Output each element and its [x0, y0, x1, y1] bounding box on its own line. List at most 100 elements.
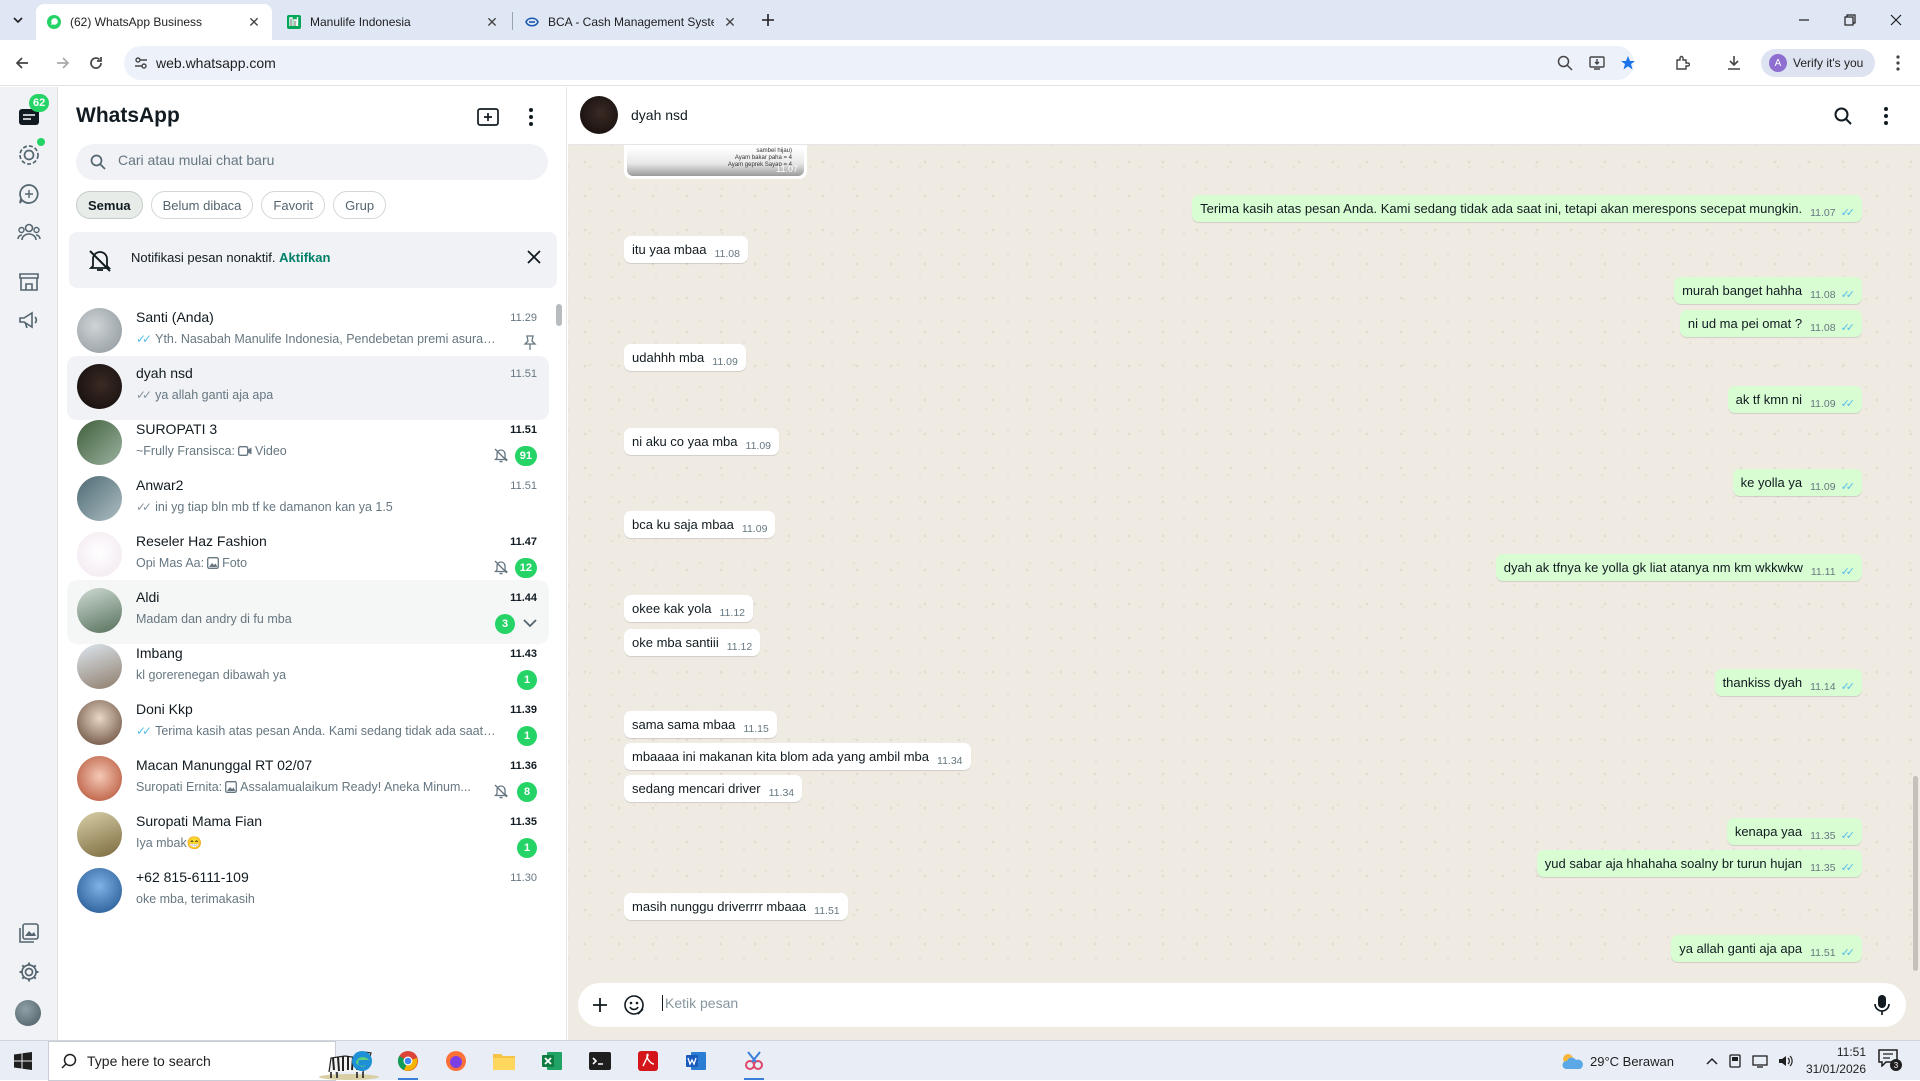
new-chat-icon[interactable] — [476, 105, 500, 129]
chrome-icon[interactable] — [388, 1045, 428, 1080]
tab-close-icon[interactable]: ✕ — [722, 14, 738, 30]
system-clock[interactable]: 11:51 31/01/2026 — [1800, 1044, 1866, 1078]
outgoing-message[interactable]: kenapa yaa 11.35 ✓✓ — [1726, 818, 1862, 845]
restore-icon[interactable] — [1838, 8, 1862, 32]
edge-icon[interactable] — [342, 1045, 382, 1077]
incoming-message[interactable]: bca ku saja mbaa 11.09 — [624, 511, 776, 538]
browser-tab-manulife[interactable]: Manulife Indonesia ✕ — [276, 4, 510, 40]
extensions-icon[interactable] — [1671, 52, 1693, 74]
filter-groups[interactable]: Grup — [333, 191, 387, 219]
forward-arrow-icon[interactable] — [52, 52, 74, 74]
chat-list-item[interactable]: Doni Kkp 11.39 ✓✓ Terima kasih atas pesan A… — [67, 692, 549, 756]
catalog-icon[interactable] — [17, 270, 41, 294]
communities-icon[interactable] — [17, 220, 41, 244]
incoming-message[interactable]: itu yaa mbaa 11.08 — [624, 236, 748, 263]
volume-icon[interactable] — [1778, 1054, 1794, 1068]
chat-list-item[interactable]: Aldi 11.44 Madam dan andry di fu mba 3 — [67, 580, 549, 644]
filter-unread[interactable]: Belum dibaca — [150, 191, 254, 219]
chat-list-item[interactable]: Anwar2 11.51 ✓✓ ini yg tiap bln mb tf ke da… — [67, 468, 549, 532]
back-arrow-icon[interactable] — [11, 52, 33, 74]
incoming-message[interactable]: oke mba santiii 11.12 — [624, 629, 761, 656]
channels-icon[interactable] — [17, 182, 41, 206]
excel-icon[interactable] — [532, 1045, 572, 1077]
conversation-header[interactable]: dyah nsd — [568, 87, 1920, 145]
filter-favorites[interactable]: Favorit — [261, 191, 326, 219]
conversation-menu-icon[interactable] — [1874, 104, 1898, 128]
microphone-icon[interactable] — [1870, 993, 1894, 1017]
chat-avatar[interactable] — [77, 868, 122, 913]
terminal-icon[interactable] — [580, 1045, 620, 1077]
contact-avatar[interactable] — [580, 96, 618, 134]
meet-now-icon[interactable] — [1728, 1054, 1742, 1068]
image-message[interactable]: sambel hijau) Ayam bakar paha = 4 Ayam g… — [624, 145, 807, 179]
outgoing-message[interactable]: dyah ak tfnya ke yolla gk liat atanya nm… — [1495, 554, 1862, 581]
outgoing-message[interactable]: murah banget hahha 11.08 ✓✓ — [1674, 277, 1862, 304]
emoji-sticker-icon[interactable] — [622, 993, 646, 1017]
chat-list-item[interactable]: Santi (Anda) 11.29 ✓✓ Yth. Nasabah Manulife… — [67, 300, 549, 364]
chat-list-item[interactable]: Reseler Haz Fashion 11.47 Opi Mas Aa: Foto… — [67, 524, 549, 588]
browser-tab-bca[interactable]: BCA - Cash Management System ✕ — [514, 4, 748, 40]
contact-name[interactable]: dyah nsd — [631, 107, 688, 123]
media-icon[interactable] — [17, 921, 41, 945]
chat-avatar[interactable] — [77, 308, 122, 353]
outgoing-message[interactable]: yud sabar aja hhahaha soalny br turun hu… — [1536, 850, 1862, 877]
search-icon[interactable] — [1831, 104, 1855, 128]
scrollbar-thumb[interactable] — [556, 304, 562, 326]
chat-avatar[interactable] — [77, 644, 122, 689]
windows-start-icon[interactable] — [0, 1041, 46, 1081]
incoming-message[interactable]: udahhh mba 11.09 — [624, 344, 746, 371]
minimize-icon[interactable] — [1792, 8, 1816, 32]
image-thumbnail[interactable]: sambel hijau) Ayam bakar paha = 4 Ayam g… — [627, 148, 804, 176]
chat-avatar[interactable] — [77, 420, 122, 465]
network-icon[interactable] — [1752, 1054, 1768, 1068]
outgoing-message[interactable]: ak tf kmn ni 11.09 ✓✓ — [1727, 386, 1862, 413]
notification-center-icon[interactable]: 3 — [1878, 1049, 1904, 1073]
acrobat-icon[interactable] — [628, 1045, 668, 1077]
incoming-message[interactable]: okee kak yola 11.12 — [624, 595, 753, 622]
chat-avatar[interactable] — [77, 364, 122, 409]
new-tab-button[interactable] — [758, 10, 778, 30]
firefox-icon[interactable] — [436, 1045, 476, 1077]
tab-close-icon[interactable]: ✕ — [484, 14, 500, 30]
incoming-message[interactable]: masih nunggu driverrrr mbaaa 11.51 — [624, 893, 848, 920]
message-scrollbar[interactable] — [1913, 145, 1918, 971]
attach-plus-icon[interactable] — [588, 993, 612, 1017]
snipping-tool-icon[interactable] — [734, 1045, 774, 1080]
scrollbar-thumb[interactable] — [1913, 776, 1918, 971]
reload-icon[interactable] — [85, 52, 107, 74]
search-input[interactable] — [118, 152, 518, 168]
chevron-down-icon[interactable] — [523, 618, 537, 628]
chat-list-item[interactable]: Macan Manunggal RT 02/07 11.36 Suropati Er… — [67, 748, 549, 812]
tab-search-menu-button[interactable] — [8, 10, 28, 30]
chat-search-box[interactable] — [76, 144, 548, 180]
outgoing-message[interactable]: thankiss dyah 11.14 ✓✓ — [1714, 669, 1862, 696]
chat-list-item[interactable]: Suropati Mama Fian 11.35 Iya mbak😁 1 — [67, 804, 549, 868]
taskbar-search-input[interactable] — [87, 1053, 287, 1069]
broadcast-icon[interactable] — [17, 308, 41, 332]
chat-avatar[interactable] — [77, 756, 122, 801]
install-app-icon[interactable] — [1588, 54, 1606, 72]
browser-tab-whatsapp[interactable]: (62) WhatsApp Business ✕ — [36, 4, 272, 40]
status-icon[interactable] — [17, 143, 41, 167]
tab-close-icon[interactable]: ✕ — [246, 14, 262, 30]
chat-avatar[interactable] — [77, 532, 122, 577]
incoming-message[interactable]: mbaaaa ini makanan kita blom ada yang am… — [624, 743, 971, 770]
bookmark-star-icon[interactable] — [1619, 54, 1637, 72]
chat-avatar[interactable] — [77, 700, 122, 745]
outgoing-message[interactable]: ke yolla ya 11.09 ✓✓ — [1732, 469, 1862, 496]
outgoing-message[interactable]: ni ud ma pei omat ? 11.08 ✓✓ — [1679, 310, 1862, 337]
chat-list-item[interactable]: SUROPATI 3 11.51 ~Frully Fransisca: Video 9… — [67, 412, 549, 476]
zoom-icon[interactable] — [1556, 54, 1574, 72]
site-info-icon[interactable] — [132, 54, 150, 72]
incoming-message[interactable]: sama sama mbaa 11.15 — [624, 711, 777, 738]
chat-list-scrollbar[interactable] — [556, 296, 562, 1032]
chevron-up-icon[interactable] — [1706, 1056, 1718, 1066]
chat-list-item[interactable]: +62 815-6111-109 11.30 oke mba, terimakasi… — [67, 860, 549, 924]
word-icon[interactable] — [676, 1045, 716, 1077]
outgoing-message[interactable]: Terima kasih atas pesan Anda. Kami sedan… — [1192, 195, 1862, 222]
close-window-icon[interactable] — [1884, 8, 1908, 32]
address-bar[interactable]: web.whatsapp.com — [124, 46, 1637, 80]
chat-avatar[interactable] — [77, 812, 122, 857]
settings-icon[interactable] — [17, 960, 41, 984]
outgoing-message[interactable]: ya allah ganti aja apa 11.51 ✓✓ — [1671, 935, 1862, 962]
